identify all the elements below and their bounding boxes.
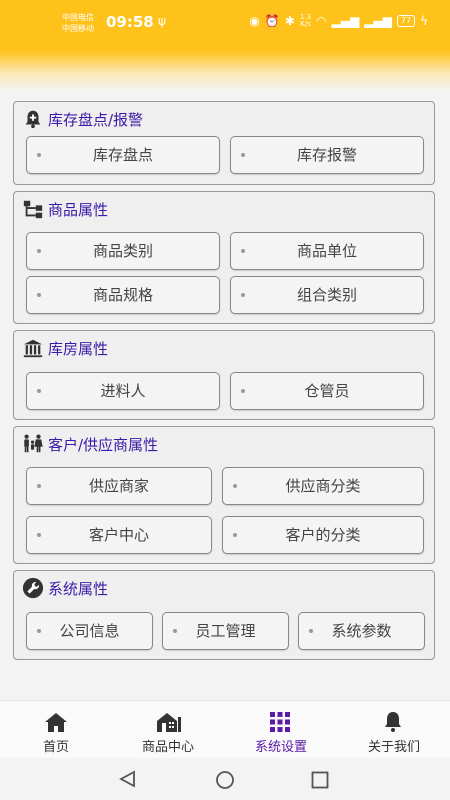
bullet-icon bbox=[37, 533, 41, 537]
carrier-2: 中国移动 bbox=[62, 24, 94, 33]
people-icon bbox=[24, 434, 43, 453]
inventory-alarm-button[interactable]: 库存报警 bbox=[230, 136, 424, 174]
section-header: 库房属性 bbox=[22, 337, 108, 359]
tab-product-center[interactable]: 商品中心 bbox=[112, 701, 224, 759]
system-params-button[interactable]: 系统参数 bbox=[298, 612, 425, 650]
section-product: 商品属性 商品类别 商品单位 商品规格 组合类别 bbox=[13, 191, 435, 324]
bullet-icon bbox=[37, 629, 41, 633]
button-label: 库存盘点 bbox=[92, 146, 153, 164]
section-title: 库存盘点/报警 bbox=[48, 110, 144, 129]
button-label: 仓管员 bbox=[304, 382, 350, 400]
button-label: 商品单位 bbox=[296, 242, 357, 260]
eye-icon: ◉ bbox=[249, 14, 260, 28]
section-header: 系统属性 bbox=[22, 577, 108, 599]
section-system: 系统属性 公司信息 员工管理 系统参数 bbox=[13, 570, 435, 660]
product-unit-button[interactable]: 商品单位 bbox=[230, 232, 424, 270]
product-category-button[interactable]: 商品类别 bbox=[26, 232, 220, 270]
button-label: 供应商家 bbox=[88, 477, 149, 495]
bullet-icon bbox=[309, 629, 313, 633]
bullet-icon bbox=[37, 249, 41, 253]
combo-category-button[interactable]: 组合类别 bbox=[230, 276, 424, 314]
tab-home[interactable]: 首页 bbox=[0, 701, 112, 759]
section-header: 商品属性 bbox=[22, 198, 108, 220]
bullet-icon bbox=[233, 533, 237, 537]
section-header: 库存盘点/报警 bbox=[22, 108, 143, 130]
supplier-button[interactable]: 供应商家 bbox=[26, 467, 212, 505]
button-label: 客户的分类 bbox=[285, 526, 361, 544]
system-nav-bar bbox=[0, 758, 450, 800]
store-icon bbox=[157, 713, 181, 732]
company-info-button[interactable]: 公司信息 bbox=[26, 612, 153, 650]
material-receiver-button[interactable]: 进料人 bbox=[26, 372, 220, 410]
tab-system-settings[interactable]: 系统设置 bbox=[225, 701, 337, 759]
section-title: 库房属性 bbox=[48, 339, 109, 358]
section-inventory: 库存盘点/报警 库存盘点 库存报警 bbox=[13, 101, 435, 185]
status-icons: ◉ ⏰ ✱ 1.3 K/s ◠ ▂▄▆ ▂▄▆ 77 ϟ bbox=[249, 14, 428, 29]
alarm-icon: ⏰ bbox=[264, 14, 280, 28]
recents-icon[interactable] bbox=[311, 771, 329, 789]
bell-icon bbox=[385, 712, 401, 732]
product-spec-button[interactable]: 商品规格 bbox=[26, 276, 220, 314]
bell-plus-icon bbox=[25, 110, 41, 129]
usb-icon: ψ bbox=[158, 14, 166, 28]
wifi-icon: ◠ bbox=[316, 14, 327, 28]
home-nav-icon[interactable] bbox=[215, 770, 235, 790]
bullet-icon bbox=[173, 629, 177, 633]
signal-icon-2: ▂▄▆ bbox=[364, 14, 392, 28]
section-header: 客户/供应商属性 bbox=[22, 433, 158, 455]
tab-about-us[interactable]: 关于我们 bbox=[338, 701, 450, 759]
tab-label: 首页 bbox=[42, 740, 69, 755]
carrier-info: 中国电信 中国移动 bbox=[62, 12, 94, 34]
bullet-icon bbox=[241, 153, 245, 157]
button-label: 组合类别 bbox=[296, 286, 357, 304]
section-title: 系统属性 bbox=[48, 579, 109, 598]
button-label: 员工管理 bbox=[195, 622, 256, 640]
bullet-icon bbox=[241, 249, 245, 253]
button-label: 公司信息 bbox=[59, 622, 120, 640]
customer-center-button[interactable]: 客户中心 bbox=[26, 516, 212, 554]
tab-label: 商品中心 bbox=[141, 740, 194, 755]
bullet-icon bbox=[241, 389, 245, 393]
status-bar: 中国电信 中国移动 09:58 ψ ◉ ⏰ ✱ 1.3 K/s ◠ ▂▄▆ ▂▄… bbox=[0, 0, 450, 92]
inventory-check-button[interactable]: 库存盘点 bbox=[26, 136, 220, 174]
charging-icon: ϟ bbox=[420, 14, 428, 28]
button-label: 供应商分类 bbox=[285, 477, 361, 495]
section-title: 商品属性 bbox=[48, 200, 109, 219]
button-label: 进料人 bbox=[100, 382, 146, 400]
bluetooth-icon: ✱ bbox=[284, 14, 295, 28]
hierarchy-icon bbox=[23, 200, 43, 219]
wrench-icon bbox=[22, 577, 44, 599]
staff-management-button[interactable]: 员工管理 bbox=[162, 612, 289, 650]
bottom-tab-bar: 首页 商品中心 系统设置 关于我们 bbox=[0, 700, 450, 759]
carrier-1: 中国电信 bbox=[62, 13, 94, 22]
tab-label: 关于我们 bbox=[367, 740, 420, 755]
supplier-category-button[interactable]: 供应商分类 bbox=[222, 467, 424, 505]
bullet-icon bbox=[233, 484, 237, 488]
button-label: 库存报警 bbox=[296, 146, 357, 164]
home-icon bbox=[45, 713, 67, 732]
button-label: 客户中心 bbox=[88, 526, 149, 544]
customer-category-button[interactable]: 客户的分类 bbox=[222, 516, 424, 554]
section-warehouse: 库房属性 进料人 仓管员 bbox=[13, 330, 435, 420]
back-icon[interactable] bbox=[118, 770, 138, 788]
section-title: 客户/供应商属性 bbox=[48, 435, 159, 454]
battery-indicator: 77 bbox=[396, 15, 416, 27]
grid-icon bbox=[270, 712, 290, 732]
net-speed: 1.3 K/s bbox=[300, 14, 311, 28]
tab-label: 系统设置 bbox=[254, 740, 307, 755]
bullet-icon bbox=[37, 293, 41, 297]
bullet-icon bbox=[241, 293, 245, 297]
bank-icon bbox=[23, 339, 43, 358]
signal-icon: ▂▄▆ bbox=[331, 14, 360, 28]
button-label: 商品类别 bbox=[92, 242, 153, 260]
warehouse-keeper-button[interactable]: 仓管员 bbox=[230, 372, 424, 410]
button-label: 商品规格 bbox=[92, 286, 153, 304]
bullet-icon bbox=[37, 389, 41, 393]
status-time: 09:58 bbox=[106, 13, 154, 31]
net-speed-unit: K/s bbox=[300, 20, 311, 28]
section-customer-supplier: 客户/供应商属性 供应商家 供应商分类 客户中心 客户的分类 bbox=[13, 426, 435, 564]
bullet-icon bbox=[37, 153, 41, 157]
bullet-icon bbox=[37, 484, 41, 488]
button-label: 系统参数 bbox=[331, 622, 392, 640]
